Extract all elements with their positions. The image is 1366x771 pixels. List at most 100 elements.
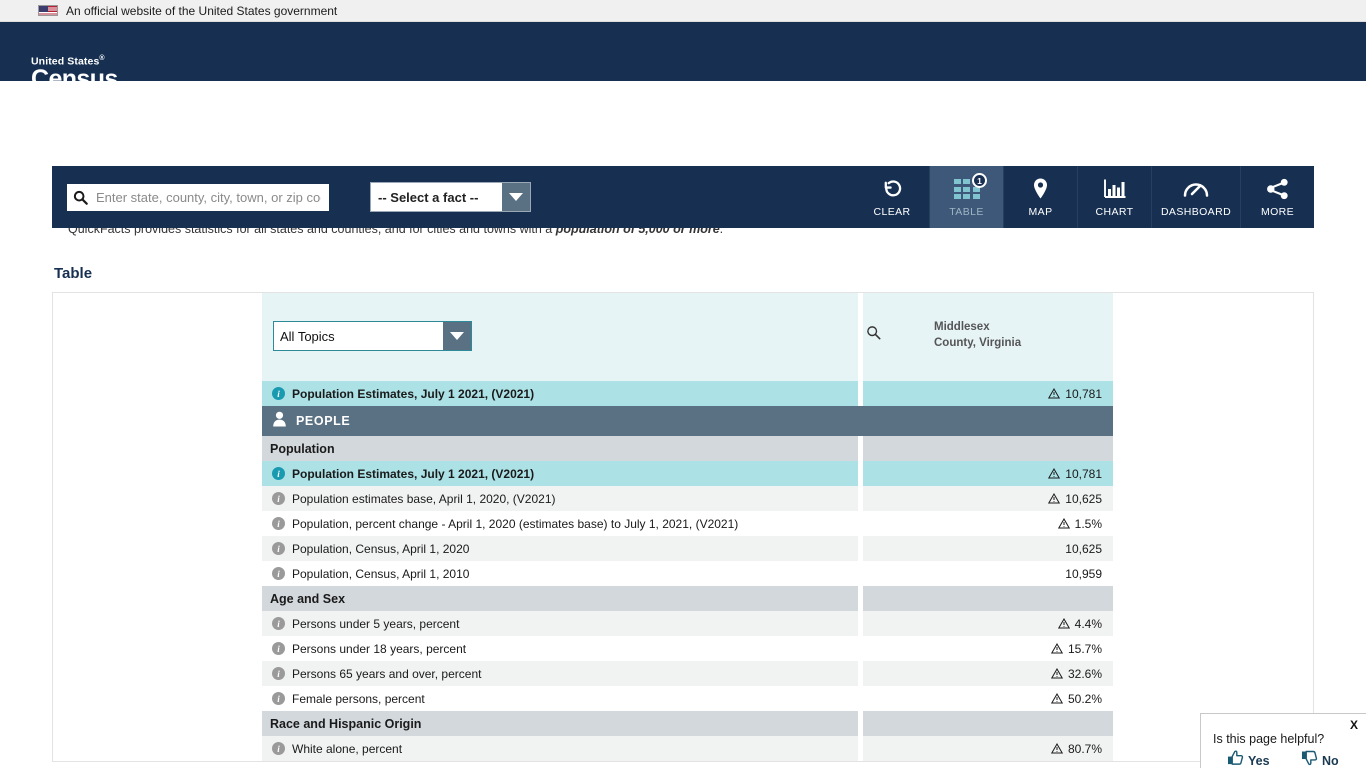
fact-value-cell: 10,959 bbox=[863, 561, 1113, 586]
fact-label-cell: i bbox=[262, 761, 858, 762]
subsection-row-population: Population bbox=[262, 436, 1113, 461]
select-a-fact-dropdown[interactable]: -- Select a fact -- bbox=[370, 182, 531, 212]
fact-value: 4.4% bbox=[1075, 617, 1102, 631]
feedback-yes-label: Yes bbox=[1248, 754, 1270, 768]
subsection-value-age-and-sex bbox=[863, 586, 1113, 611]
table-row-partial[interactable]: i bbox=[262, 761, 1113, 762]
map-button[interactable]: MAP bbox=[1003, 166, 1077, 228]
table-row[interactable]: i Population, Census, April 1, 2020 10,6… bbox=[262, 536, 1113, 561]
fact-value-cell: 4.4% bbox=[863, 611, 1113, 636]
fact-value: 32.6% bbox=[1068, 667, 1102, 681]
fact-value-cell: 80.7% bbox=[863, 736, 1113, 761]
census-bureau-logo[interactable]: United States® Census Bureau bbox=[31, 55, 125, 101]
geography-header-cell: Middlesex County, Virginia bbox=[863, 293, 1113, 381]
info-icon[interactable]: i bbox=[272, 742, 285, 755]
info-icon[interactable]: i bbox=[272, 492, 285, 505]
table-row[interactable]: i Population, Census, April 1, 2010 10,9… bbox=[262, 561, 1113, 586]
info-icon[interactable]: i bbox=[272, 517, 285, 530]
quickfacts-table: All Topics Middlesex County, Virginia i … bbox=[262, 293, 1113, 762]
table-row[interactable]: i Population Estimates, July 1 2021, (V2… bbox=[262, 461, 1113, 486]
info-icon[interactable]: i bbox=[272, 642, 285, 655]
more-button[interactable]: MORE bbox=[1240, 166, 1314, 228]
fact-label: Persons 65 years and over, percent bbox=[292, 667, 481, 681]
info-icon[interactable]: i bbox=[272, 667, 285, 680]
table-row[interactable]: i Female persons, percent 50.2% bbox=[262, 686, 1113, 711]
feedback-question: Is this page helpful? bbox=[1213, 732, 1324, 746]
more-label: MORE bbox=[1261, 206, 1294, 218]
table-row[interactable]: i Persons 65 years and over, percent 32.… bbox=[262, 661, 1113, 686]
select-a-fact-label: -- Select a fact -- bbox=[371, 190, 478, 205]
fact-value: 1.5% bbox=[1075, 517, 1102, 531]
warning-icon bbox=[1058, 518, 1070, 529]
map-label: MAP bbox=[1029, 206, 1053, 218]
dashboard-button[interactable]: DASHBOARD bbox=[1151, 166, 1240, 228]
all-topics-label: All Topics bbox=[274, 329, 335, 344]
pinned-fact-label-cell: i Population Estimates, July 1 2021, (V2… bbox=[262, 381, 858, 406]
feedback-widget: X Is this page helpful? Yes No bbox=[1200, 713, 1366, 768]
warning-icon bbox=[1051, 668, 1063, 679]
info-icon[interactable]: i bbox=[272, 692, 285, 705]
quickfacts-toolbar: -- Select a fact -- CLEAR 1 TABLE MAP bbox=[52, 166, 1314, 228]
chevron-down-icon[interactable] bbox=[443, 322, 471, 350]
fact-label-cell: i Population, Census, April 1, 2010 bbox=[262, 561, 858, 586]
fact-label: Population, Census, April 1, 2020 bbox=[292, 542, 469, 556]
table-row[interactable]: i Persons under 18 years, percent 15.7% bbox=[262, 636, 1113, 661]
toolbar-left-controls: -- Select a fact -- bbox=[52, 166, 855, 228]
table-button[interactable]: 1 TABLE bbox=[929, 166, 1003, 228]
us-flag-icon bbox=[38, 5, 58, 16]
table-row[interactable]: i Persons under 5 years, percent 4.4% bbox=[262, 611, 1113, 636]
fact-value-cell bbox=[863, 761, 1113, 762]
subsection-value-race-and-hispanic-origin bbox=[863, 711, 1113, 736]
pinned-fact-row[interactable]: i Population Estimates, July 1 2021, (V2… bbox=[262, 381, 1113, 406]
logo-bureau: Bureau bbox=[92, 92, 125, 101]
table-row[interactable]: i White alone, percent 80.7% bbox=[262, 736, 1113, 761]
fact-label-cell: i Persons 65 years and over, percent bbox=[262, 661, 858, 686]
subsection-label-population: Population bbox=[262, 436, 858, 461]
fact-label: Persons under 18 years, percent bbox=[292, 642, 466, 656]
chevron-down-icon[interactable] bbox=[502, 183, 530, 211]
feedback-no-label: No bbox=[1322, 754, 1339, 768]
table-row[interactable]: i Population, percent change - April 1, … bbox=[262, 511, 1113, 536]
fact-label-cell: i Population estimates base, April 1, 20… bbox=[262, 486, 858, 511]
table-header-row: All Topics Middlesex County, Virginia bbox=[262, 293, 1113, 381]
info-icon[interactable]: i bbox=[272, 542, 285, 555]
search-icon bbox=[73, 190, 88, 205]
column-gap bbox=[858, 761, 863, 762]
fact-value-cell: 15.7% bbox=[863, 636, 1113, 661]
info-icon[interactable]: i bbox=[272, 467, 285, 480]
fact-label: White alone, percent bbox=[292, 742, 402, 756]
info-icon[interactable]: i bbox=[272, 567, 285, 580]
geo-search-box[interactable] bbox=[67, 184, 329, 211]
fact-value-cell: 1.5% bbox=[863, 511, 1113, 536]
table-row[interactable]: i Population estimates base, April 1, 20… bbox=[262, 486, 1113, 511]
fact-label: Population Estimates, July 1 2021, (V202… bbox=[292, 467, 534, 481]
clear-button[interactable]: CLEAR bbox=[855, 166, 929, 228]
fact-label: Population estimates base, April 1, 2020… bbox=[292, 492, 556, 506]
quickfacts-table-card: All Topics Middlesex County, Virginia i … bbox=[52, 292, 1314, 762]
geo-line-2: County, Virginia bbox=[934, 336, 1021, 352]
geo-search-icon[interactable] bbox=[866, 325, 881, 345]
person-icon bbox=[272, 411, 287, 432]
official-gov-banner: An official website of the United States… bbox=[0, 0, 1366, 22]
info-icon[interactable]: i bbox=[272, 617, 285, 630]
subsection-label-race-and-hispanic-origin: Race and Hispanic Origin bbox=[262, 711, 858, 736]
info-icon[interactable]: i bbox=[272, 387, 285, 400]
fact-label: Female persons, percent bbox=[292, 692, 425, 706]
share-icon bbox=[1266, 176, 1289, 202]
fact-value-cell: 32.6% bbox=[863, 661, 1113, 686]
search-input[interactable] bbox=[94, 189, 323, 206]
warning-icon bbox=[1051, 693, 1063, 704]
fact-value: 10,625 bbox=[1065, 542, 1102, 556]
fact-value: 10,781 bbox=[1065, 467, 1102, 481]
fact-label: Population, Census, April 1, 2010 bbox=[292, 567, 469, 581]
chart-label: CHART bbox=[1096, 206, 1134, 218]
all-topics-dropdown[interactable]: All Topics bbox=[273, 321, 472, 351]
fact-label-cell: i Population Estimates, July 1 2021, (V2… bbox=[262, 461, 858, 486]
gauge-icon bbox=[1183, 176, 1209, 202]
fact-label: Persons under 5 years, percent bbox=[292, 617, 459, 631]
undo-icon bbox=[881, 176, 904, 202]
subsection-value-population bbox=[863, 436, 1113, 461]
table-label: TABLE bbox=[949, 206, 983, 218]
close-icon[interactable]: X bbox=[1350, 718, 1358, 732]
chart-button[interactable]: CHART bbox=[1077, 166, 1151, 228]
